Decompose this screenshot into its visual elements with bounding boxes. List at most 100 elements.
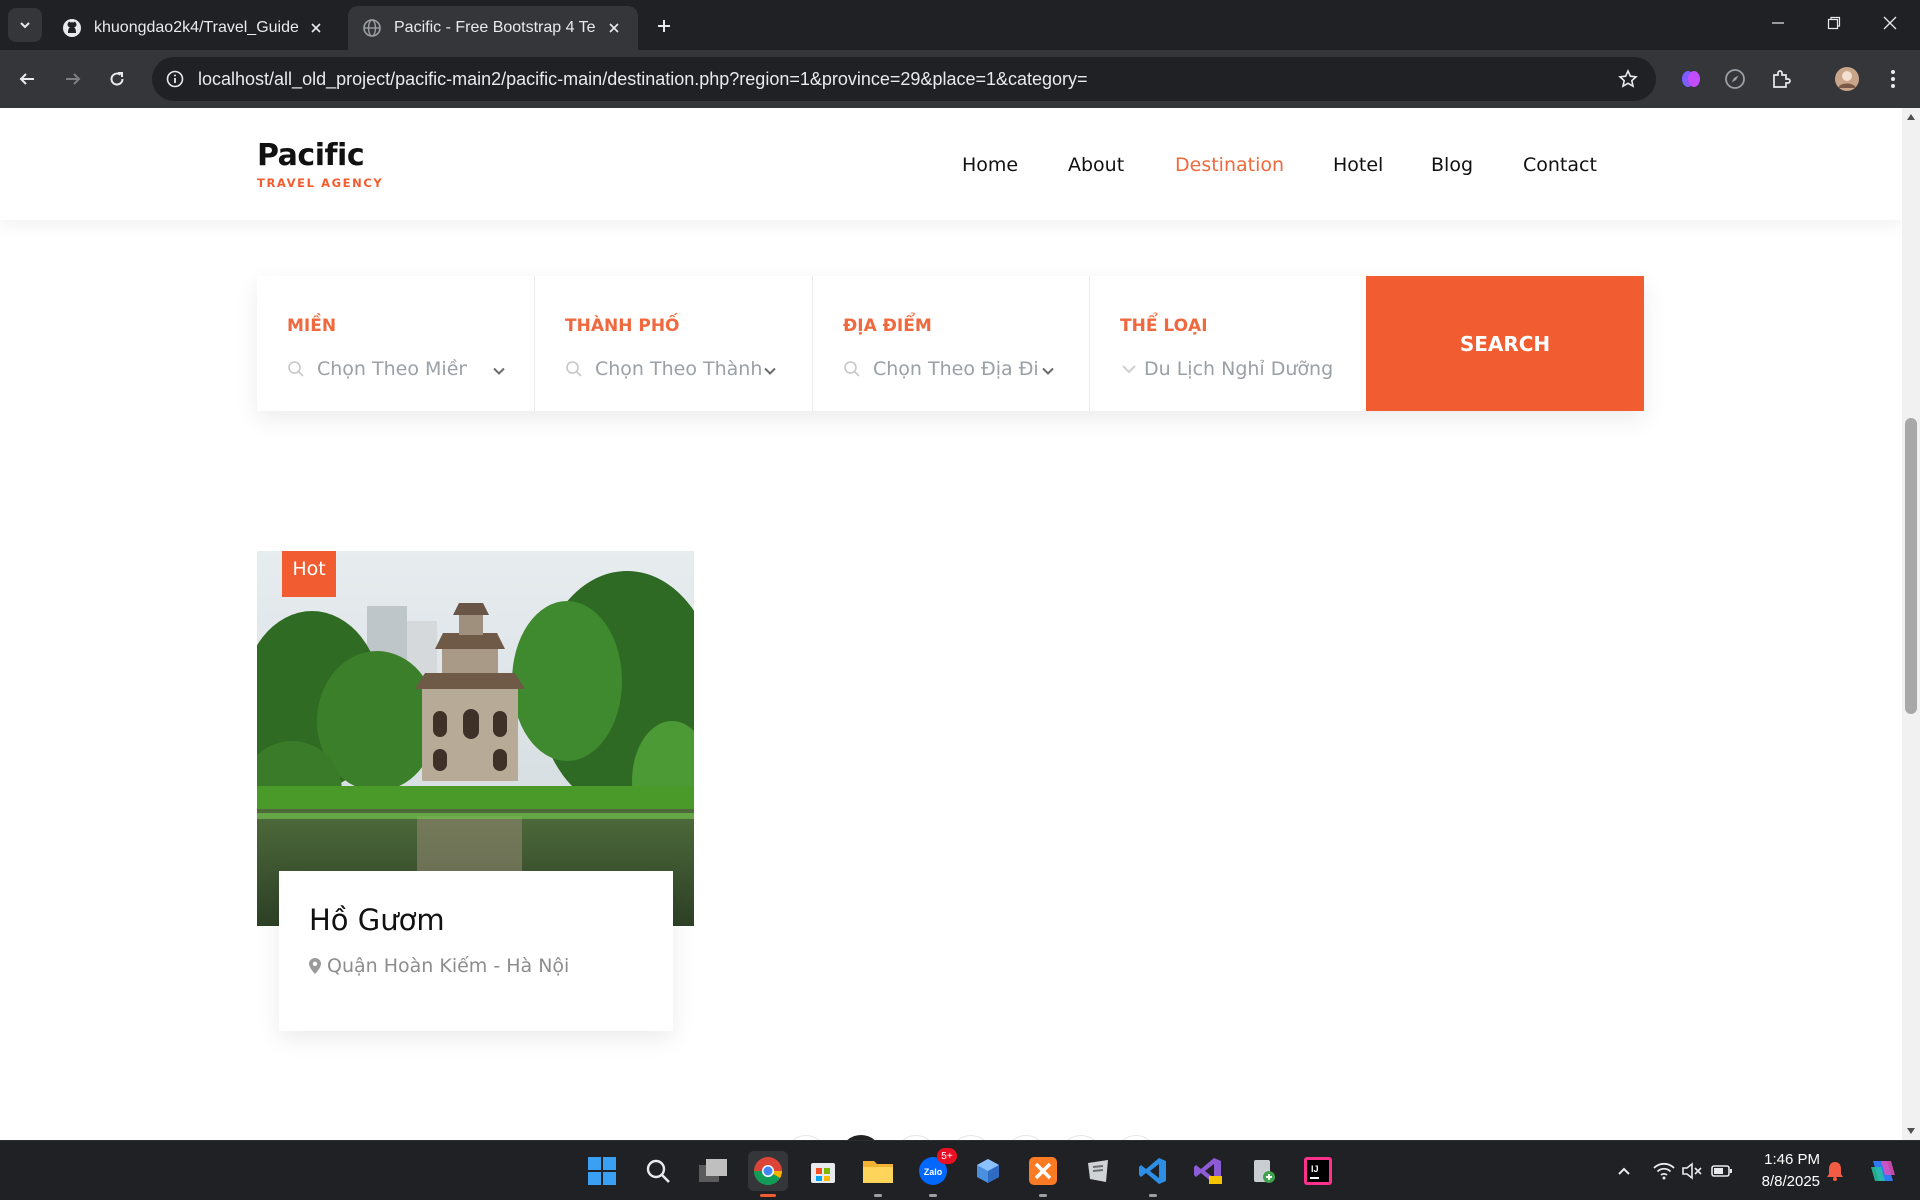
destination-title[interactable]: Hồ Gươm bbox=[309, 903, 445, 937]
close-icon bbox=[609, 23, 619, 33]
region-label: MIỀN bbox=[287, 316, 337, 336]
city-value-text: Chọn Theo Thành bbox=[595, 358, 763, 380]
taskbar-app-generic[interactable] bbox=[1078, 1151, 1118, 1191]
clock-date: 8/8/2025 bbox=[1761, 1173, 1820, 1190]
site-info-icon[interactable] bbox=[166, 70, 184, 88]
nav-destination[interactable]: Destination bbox=[1175, 154, 1284, 176]
windows-logo-icon bbox=[588, 1157, 616, 1185]
hoan-kiem-lake-photo bbox=[257, 551, 694, 926]
place-value[interactable]: Chọn Theo Địa Đi bbox=[843, 358, 1043, 380]
windows-taskbar: Zalo 5+ IJ 1:46 PM 8/8/2025 bbox=[0, 1140, 1920, 1200]
cube-icon bbox=[977, 1159, 999, 1183]
extension-compass-icon[interactable] bbox=[1720, 64, 1750, 94]
destination-location-text: Quận Hoàn Kiếm - Hà Nội bbox=[327, 955, 570, 977]
close-window-button[interactable] bbox=[1862, 0, 1918, 46]
taskbar-db-tool[interactable] bbox=[1243, 1151, 1283, 1191]
nav-hotel[interactable]: Hotel bbox=[1333, 154, 1383, 176]
address-bar[interactable]: localhost/all_old_project/pacific-main2/… bbox=[152, 57, 1656, 101]
place-select[interactable]: ĐỊA ĐIỂM Chọn Theo Địa Đi bbox=[813, 276, 1090, 411]
star-icon[interactable] bbox=[1618, 69, 1638, 89]
taskbar-zalo[interactable]: Zalo 5+ bbox=[913, 1148, 957, 1197]
category-value-text: Du Lịch Nghỉ Dưỡng bbox=[1144, 358, 1334, 380]
taskbar-search-button[interactable] bbox=[638, 1151, 678, 1191]
forward-button[interactable] bbox=[58, 64, 88, 94]
search-button[interactable]: SEARCH bbox=[1366, 276, 1644, 411]
chevron-down-icon bbox=[20, 22, 30, 29]
profile-avatar[interactable] bbox=[1832, 64, 1862, 94]
search-icon bbox=[566, 361, 582, 377]
hot-badge: Hot bbox=[282, 551, 336, 597]
taskbar-vscode[interactable] bbox=[1133, 1151, 1173, 1197]
tab-search-button[interactable] bbox=[8, 8, 42, 42]
system-clock[interactable]: 1:46 PM 8/8/2025 bbox=[1740, 1149, 1820, 1193]
wifi-icon bbox=[1653, 1162, 1675, 1180]
reload-button[interactable] bbox=[102, 64, 132, 94]
tab-title: khuongdao2k4/Travel_Guide bbox=[94, 19, 298, 36]
task-view-icon bbox=[699, 1159, 727, 1182]
taskbar-xampp[interactable] bbox=[1023, 1151, 1063, 1197]
tab-pacific[interactable]: Pacific - Free Bootstrap 4 Templ bbox=[348, 6, 638, 50]
notifications-button[interactable] bbox=[1823, 1159, 1847, 1183]
nav-contact[interactable]: Contact bbox=[1523, 154, 1597, 176]
destination-card[interactable]: Hot Hồ Gươm Quận Hoàn Kiếm - Hà Nội bbox=[257, 551, 694, 1031]
battery-status[interactable] bbox=[1710, 1159, 1734, 1183]
taskbar-chrome[interactable] bbox=[748, 1151, 788, 1197]
more-vertical-icon bbox=[1891, 70, 1895, 88]
region-value[interactable]: Chọn Theo Miền bbox=[287, 358, 467, 380]
tab-title: Pacific - Free Bootstrap 4 Templ bbox=[394, 19, 596, 36]
region-select[interactable]: MIỀN Chọn Theo Miền bbox=[257, 276, 535, 411]
taskbar-file-explorer[interactable] bbox=[858, 1151, 898, 1197]
wifi-status[interactable] bbox=[1652, 1159, 1676, 1183]
minimize-button[interactable] bbox=[1750, 0, 1806, 46]
new-tab-button[interactable] bbox=[650, 12, 678, 40]
nav-home[interactable]: Home bbox=[962, 154, 1018, 176]
city-select[interactable]: THÀNH PHỐ Chọn Theo Thành bbox=[535, 276, 813, 411]
tab-github[interactable]: khuongdao2k4/Travel_Guide bbox=[48, 6, 340, 50]
folder-icon bbox=[863, 1161, 893, 1183]
minimize-icon bbox=[1772, 22, 1784, 24]
back-button[interactable] bbox=[12, 64, 42, 94]
copilot-button[interactable] bbox=[1866, 1154, 1900, 1188]
browser-menu-button[interactable] bbox=[1878, 64, 1908, 94]
site-logo[interactable]: Pacific bbox=[257, 138, 365, 173]
chevron-up-icon bbox=[1618, 1167, 1630, 1175]
taskbar-app-cube[interactable] bbox=[968, 1151, 1008, 1191]
volume-status[interactable] bbox=[1680, 1159, 1704, 1183]
chevron-down-icon bbox=[1042, 367, 1054, 375]
browser-tab-bar: khuongdao2k4/Travel_Guide Pacific - Free… bbox=[0, 0, 1920, 50]
reload-icon bbox=[110, 72, 124, 86]
taskbar-intellij[interactable]: IJ bbox=[1298, 1151, 1338, 1191]
tab-close-button[interactable] bbox=[604, 18, 624, 38]
restore-button[interactable] bbox=[1806, 0, 1862, 46]
category-value[interactable]: Du Lịch Nghỉ Dưỡng bbox=[1120, 358, 1360, 380]
tab-close-button[interactable] bbox=[306, 18, 326, 38]
show-hidden-icons-button[interactable] bbox=[1612, 1159, 1636, 1183]
url-text[interactable]: localhost/all_old_project/pacific-main2/… bbox=[198, 69, 1088, 90]
taskbar-visual-studio[interactable] bbox=[1188, 1151, 1228, 1191]
category-label: THỂ LOẠI bbox=[1120, 316, 1208, 336]
close-icon bbox=[1883, 16, 1897, 30]
arrow-right-icon bbox=[66, 73, 81, 85]
xampp-icon bbox=[1029, 1157, 1057, 1185]
place-value-text: Chọn Theo Địa Đi bbox=[873, 358, 1039, 380]
city-value[interactable]: Chọn Theo Thành bbox=[565, 358, 765, 380]
category-select[interactable]: THỂ LOẠI Du Lịch Nghỉ Dưỡng bbox=[1090, 276, 1366, 411]
running-indicator bbox=[760, 1194, 776, 1197]
start-button[interactable] bbox=[582, 1151, 622, 1191]
destination-photo[interactable]: Hot bbox=[257, 551, 694, 926]
arrow-left-icon bbox=[19, 73, 34, 85]
taskbar-store[interactable] bbox=[803, 1151, 843, 1191]
page-scrollbar[interactable] bbox=[1902, 108, 1920, 1140]
task-view-button[interactable] bbox=[693, 1151, 733, 1191]
nav-blog[interactable]: Blog bbox=[1431, 154, 1473, 176]
plus-icon bbox=[658, 20, 670, 32]
scroll-up-icon[interactable] bbox=[1906, 112, 1916, 122]
running-indicator bbox=[874, 1194, 882, 1197]
avatar-icon bbox=[1835, 67, 1859, 91]
nav-about[interactable]: About bbox=[1068, 154, 1124, 176]
extension-brain-icon[interactable] bbox=[1676, 64, 1706, 94]
extensions-button[interactable] bbox=[1766, 64, 1796, 94]
scroll-down-icon[interactable] bbox=[1906, 1126, 1916, 1136]
scroll-thumb[interactable] bbox=[1905, 418, 1917, 714]
battery-icon bbox=[1711, 1165, 1732, 1177]
